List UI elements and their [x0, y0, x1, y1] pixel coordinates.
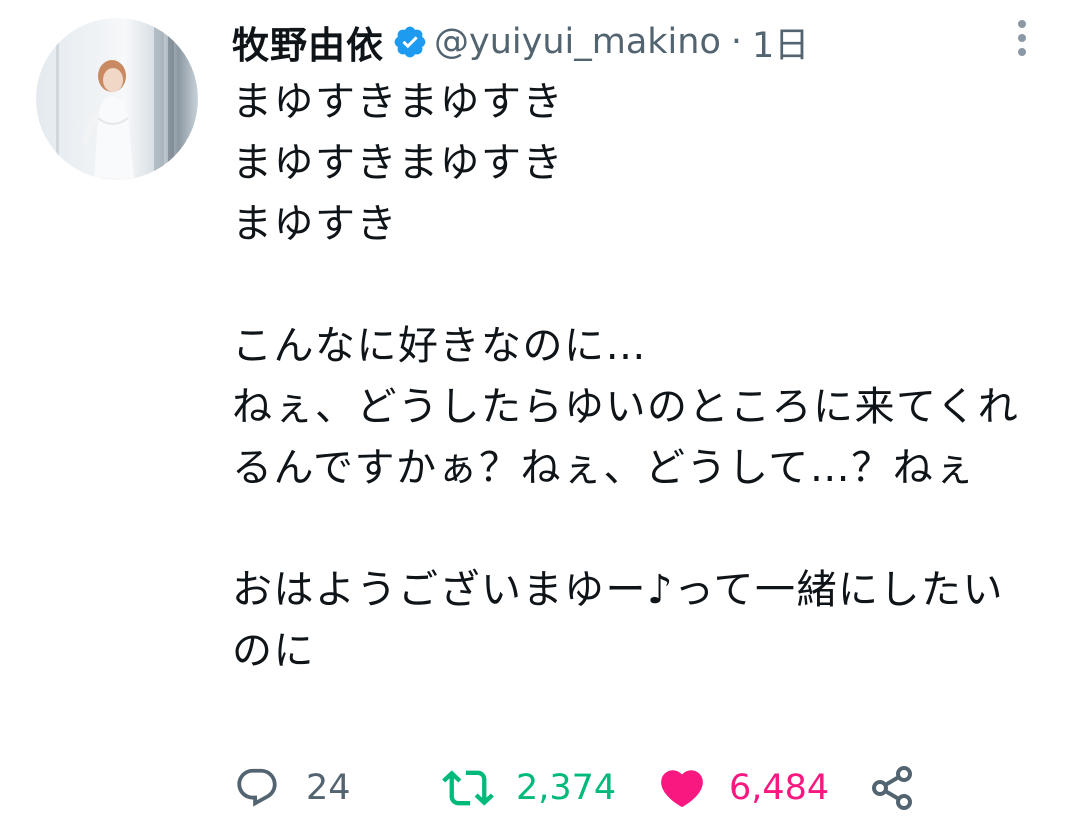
retweet-button[interactable]: 2,374	[442, 758, 616, 818]
timestamp[interactable]: 1日	[752, 17, 809, 68]
like-button[interactable]: 6,484	[657, 758, 829, 818]
retweet-count: 2,374	[516, 768, 617, 808]
tweet[interactable]: 牧野由依 @yuiyui_makino · 1日 まゆすきまゆすき まゆすきまゆ…	[0, 0, 1080, 818]
like-count: 6,484	[729, 768, 830, 808]
avatar[interactable]	[36, 18, 198, 180]
reply-button[interactable]: 24	[234, 758, 351, 818]
tweet-actions: 24 2,374 6,484	[232, 758, 1042, 818]
reply-bubble-icon	[234, 765, 280, 811]
header-separator: ·	[730, 22, 743, 62]
share-nodes-icon	[868, 764, 916, 812]
avatar-photo	[56, 18, 174, 180]
share-button[interactable]	[868, 758, 916, 818]
tweet-header: 牧野由依 @yuiyui_makino · 1日	[232, 14, 809, 70]
retweet-arrows-icon	[442, 762, 494, 814]
heart-filled-icon	[657, 763, 707, 813]
user-handle[interactable]: @yuiyui_makino	[434, 22, 721, 62]
reply-count: 24	[306, 768, 351, 808]
verified-badge-icon	[392, 24, 428, 60]
display-name[interactable]: 牧野由依	[232, 15, 384, 69]
more-vertical-icon[interactable]	[1010, 18, 1034, 58]
tweet-text: まゆすきまゆすき まゆすきまゆすき まゆすき こんなに好きなのに… ねぇ、どうし…	[232, 79, 1020, 674]
